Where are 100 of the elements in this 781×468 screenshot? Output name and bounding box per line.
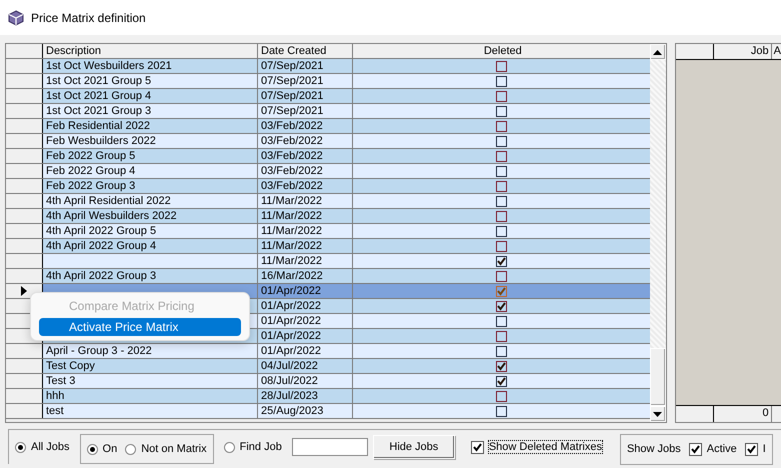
deleted-checkbox[interactable] bbox=[496, 316, 507, 326]
table-cell: 03/Feb/2022 bbox=[258, 164, 353, 178]
deleted-checkbox[interactable] bbox=[496, 76, 507, 86]
table-cell: 01/Apr/2022 bbox=[258, 314, 353, 328]
table-cell: 25/Aug/2023 bbox=[258, 404, 353, 418]
deleted-checkbox[interactable] bbox=[496, 300, 507, 312]
table-cell: 01/Apr/2022 bbox=[258, 329, 353, 343]
table-cell: 04/Jul/2022 bbox=[258, 359, 353, 373]
deleted-checkbox[interactable] bbox=[496, 150, 507, 162]
table-cell: Feb 2022 Group 4 bbox=[43, 164, 258, 178]
radio-option[interactable]: On bbox=[86, 443, 118, 455]
checkmark-icon bbox=[746, 444, 757, 454]
table-cell: 08/Jul/2022 bbox=[258, 374, 353, 388]
deleted-checkbox[interactable] bbox=[496, 120, 507, 132]
table-cell: April - Group 3 - 2022 bbox=[43, 344, 258, 358]
deleted-checkbox[interactable] bbox=[496, 196, 507, 206]
table-cell: 03/Feb/2022 bbox=[258, 149, 353, 163]
table-row[interactable]: Test Copy 04/Jul/2022 bbox=[6, 359, 650, 374]
table-cell: 11/Mar/2022 bbox=[258, 209, 353, 223]
table-row[interactable]: Feb Wesbuilders 2022 03/Feb/2022 bbox=[6, 134, 650, 149]
deleted-checkbox[interactable] bbox=[496, 270, 507, 282]
checkmark-icon bbox=[472, 442, 483, 452]
table-cell: 11/Mar/2022 bbox=[258, 224, 353, 238]
deleted-checkbox[interactable] bbox=[496, 106, 507, 116]
checkbox-option[interactable]: Active bbox=[688, 442, 737, 456]
deleted-checkbox[interactable] bbox=[496, 256, 507, 266]
deleted-checkbox[interactable] bbox=[496, 166, 507, 176]
deleted-checkbox[interactable] bbox=[496, 406, 507, 416]
hide-jobs-button[interactable]: Hide Jobs bbox=[372, 435, 455, 459]
table-cell: 1st Oct 2021 Group 4 bbox=[43, 89, 258, 103]
table-cell: 28/Jul/2023 bbox=[258, 389, 353, 403]
table-row[interactable]: 1st Oct 2021 Group 4 07/Sep/2021 bbox=[6, 89, 650, 104]
deleted-checkbox[interactable] bbox=[496, 286, 507, 296]
table-row[interactable]: Feb 2022 Group 3 03/Feb/2022 bbox=[6, 179, 650, 194]
column-header[interactable]: Deleted bbox=[353, 44, 650, 58]
radio-option[interactable]: Not on Matrix bbox=[125, 443, 207, 455]
table-cell: 1st Oct 2021 Group 5 bbox=[43, 74, 258, 88]
deleted-checkbox[interactable] bbox=[496, 226, 507, 236]
scroll-up-button[interactable] bbox=[650, 44, 666, 60]
table-cell: 4th April 2022 Group 4 bbox=[43, 239, 258, 253]
deleted-checkbox[interactable] bbox=[496, 390, 507, 402]
table-row[interactable]: 1st Oct 2021 Group 3 07/Sep/2021 bbox=[6, 104, 650, 119]
table-row[interactable]: 4th April Residential 2022 11/Mar/2022 bbox=[6, 194, 650, 209]
table-row[interactable]: Test 3 08/Jul/2022 bbox=[6, 374, 650, 389]
table-row[interactable]: 4th April 2022 Group 5 11/Mar/2022 bbox=[6, 224, 650, 239]
table-cell: 11/Mar/2022 bbox=[258, 194, 353, 208]
table-row[interactable]: 1st Oct 2021 Group 5 07/Sep/2021 bbox=[6, 74, 650, 89]
deleted-checkbox[interactable] bbox=[496, 210, 507, 222]
deleted-checkbox[interactable] bbox=[496, 136, 507, 146]
deleted-checkbox[interactable] bbox=[496, 90, 507, 102]
table-row[interactable]: 4th April 2022 Group 3 16/Mar/2022 bbox=[6, 269, 650, 284]
table-cell: Test Copy bbox=[43, 359, 258, 373]
table-cell: 03/Feb/2022 bbox=[258, 179, 353, 193]
deleted-checkbox[interactable] bbox=[496, 330, 507, 342]
current-row-icon bbox=[21, 286, 27, 296]
table-row[interactable]: 1st Oct Wesbuilders 2021 07/Sep/2021 bbox=[6, 59, 650, 74]
table-row[interactable]: Feb Residential 2022 03/Feb/2022 bbox=[6, 119, 650, 134]
table-cell: 01/Apr/2022 bbox=[258, 299, 353, 313]
deleted-checkbox[interactable] bbox=[496, 60, 507, 72]
table-cell: 1st Oct 2021 Group 3 bbox=[43, 104, 258, 118]
table-row[interactable]: Feb 2022 Group 4 03/Feb/2022 bbox=[6, 164, 650, 179]
table-row[interactable]: Feb 2022 Group 5 03/Feb/2022 bbox=[6, 149, 650, 164]
table-cell: Feb 2022 Group 5 bbox=[43, 149, 258, 163]
up-arrow-icon bbox=[653, 50, 662, 54]
deleted-checkbox[interactable] bbox=[496, 376, 507, 386]
window-title: Price Matrix definition bbox=[31, 10, 146, 24]
table-cell: 1st Oct Wesbuilders 2021 bbox=[43, 59, 258, 73]
table-row[interactable]: April - Group 3 - 2022 01/Apr/2022 bbox=[6, 344, 650, 359]
table-cell: 07/Sep/2021 bbox=[258, 59, 353, 73]
checkbox-option[interactable]: Show Deleted Matrixes bbox=[470, 440, 602, 454]
box-icon bbox=[8, 10, 24, 26]
vertical-scrollbar[interactable] bbox=[650, 44, 666, 422]
column-header[interactable]: Date Created bbox=[258, 44, 353, 58]
table-row[interactable]: 4th April 2022 Group 4 11/Mar/2022 bbox=[6, 239, 650, 254]
find-job-field[interactable] bbox=[292, 438, 368, 456]
radio-option[interactable]: All Jobs bbox=[15, 441, 70, 453]
column-header[interactable]: A bbox=[772, 44, 781, 59]
down-arrow-icon bbox=[653, 412, 662, 416]
table-cell: 03/Feb/2022 bbox=[258, 119, 353, 133]
scroll-thumb[interactable] bbox=[650, 348, 666, 406]
table-row[interactable]: 4th April Wesbuilders 2022 11/Mar/2022 bbox=[6, 209, 650, 224]
table-cell: Feb 2022 Group 3 bbox=[43, 179, 258, 193]
scroll-down-button[interactable] bbox=[650, 406, 666, 422]
deleted-checkbox[interactable] bbox=[496, 240, 507, 252]
deleted-checkbox[interactable] bbox=[496, 346, 507, 356]
table-cell: Feb Wesbuilders 2022 bbox=[43, 134, 258, 148]
deleted-checkbox[interactable] bbox=[496, 180, 507, 192]
menu-item[interactable]: Activate Price Matrix bbox=[39, 318, 241, 336]
column-header[interactable]: Description bbox=[43, 44, 258, 58]
table-row[interactable]: hhh 28/Jul/2023 bbox=[6, 389, 650, 404]
checkmark-icon bbox=[690, 444, 701, 454]
table-cell: 4th April 2022 Group 3 bbox=[43, 269, 258, 283]
table-row[interactable]: test 25/Aug/2023 bbox=[6, 404, 650, 419]
table-cell: test bbox=[43, 404, 258, 418]
table-cell: 11/Mar/2022 bbox=[258, 239, 353, 253]
deleted-checkbox[interactable] bbox=[496, 360, 507, 372]
table-cell: Test 3 bbox=[43, 374, 258, 388]
table-row[interactable]: 11/Mar/2022 bbox=[6, 254, 650, 269]
column-header[interactable]: Job bbox=[714, 44, 772, 59]
radio-option[interactable]: Find Job bbox=[224, 441, 282, 453]
